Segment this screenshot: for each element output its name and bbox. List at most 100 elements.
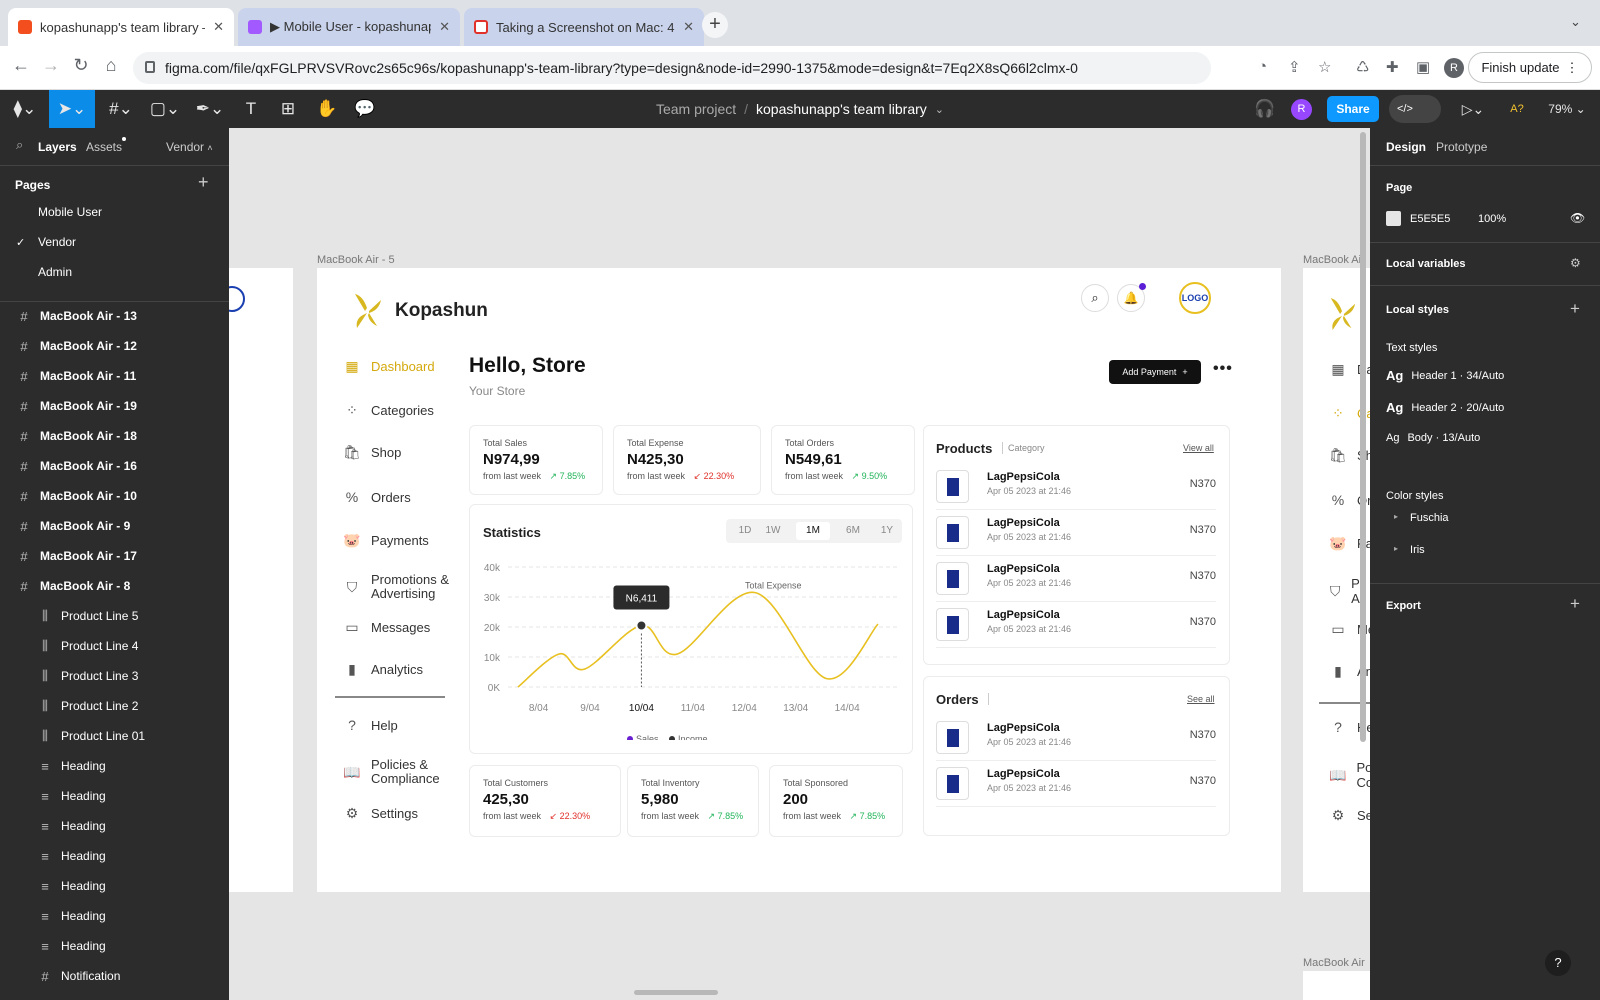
nav-item-shop[interactable]: 🛍 Shop <box>343 443 401 461</box>
nav-item-analytics[interactable]: ▮ Analytics <box>343 660 423 678</box>
layer-item[interactable]: # MacBook Air - 17 <box>0 541 229 571</box>
layer-item[interactable]: ⫼ Product Line 4 <box>0 631 229 661</box>
tab-layers[interactable]: Layers <box>38 140 77 154</box>
comment-tool-icon[interactable]: 💬 <box>352 90 378 128</box>
vertical-scrollbar[interactable] <box>1360 132 1366 742</box>
page-item-mobile-user[interactable]: Mobile User <box>0 197 229 227</box>
help-button[interactable]: ? <box>1545 950 1571 976</box>
range-1m[interactable]: 1M <box>796 522 830 540</box>
nav-item-settings[interactable]: ⚙ Settings <box>343 804 418 822</box>
page-item-admin[interactable]: Admin <box>0 257 229 287</box>
visibility-eye-icon[interactable]: 👁 <box>1570 211 1585 225</box>
layer-item[interactable]: # MacBook Air - 13 <box>0 301 229 331</box>
layer-item[interactable]: # MacBook Air - 18 <box>0 421 229 451</box>
move-tool-icon[interactable]: ➤⌄ <box>49 90 95 128</box>
page-switcher[interactable]: Vendor ˄ <box>166 140 213 154</box>
category-label[interactable]: Category <box>1008 443 1045 453</box>
nav-item-promotions[interactable]: ⛉ Promotions & Advertising <box>343 573 451 601</box>
layer-item[interactable]: ≡ Heading <box>0 811 229 841</box>
color-style-item[interactable]: ▸ Iris <box>1394 544 1425 556</box>
list-item[interactable]: LagPepsiCola Apr 05 2023 at 21:46 N370 <box>936 510 1216 556</box>
layer-item[interactable]: # MacBook Air - 8 <box>0 571 229 601</box>
extensions-puzzle-icon[interactable]: ✚ <box>1386 58 1399 76</box>
nav-item-dashboard[interactable]: ▦ Dashboard <box>343 357 434 375</box>
partial-nav-item[interactable]: 📖 Po Co <box>1329 760 1370 790</box>
page-opacity-value[interactable]: 100% <box>1478 213 1506 225</box>
figma-menu-icon[interactable]: ⧫⌄ <box>8 90 42 128</box>
pen-tool-icon[interactable]: ✒⌄ <box>193 90 227 128</box>
add-export-icon[interactable]: + <box>1570 594 1580 614</box>
text-style-item[interactable]: Ag Body · 13/Auto <box>1386 432 1480 444</box>
back-arrow-icon[interactable]: ← <box>8 55 34 76</box>
dev-mode-toggle[interactable]: </> <box>1389 95 1441 123</box>
nav-item-payments[interactable]: 🐷 Payments <box>343 531 429 549</box>
forward-arrow-icon[interactable]: → <box>38 55 64 76</box>
layer-item[interactable]: ≡ Heading <box>0 901 229 931</box>
text-style-item[interactable]: Ag Header 1 · 34/Auto <box>1386 368 1504 383</box>
layer-item[interactable]: ⫼ Product Line 01 <box>0 721 229 751</box>
macbook-frame[interactable]: Kopashun ⌕ 🔔 LOGO ▦ Dashboard ⁘ Categories 🛍… <box>317 268 1281 892</box>
resources-icon[interactable]: ⊞ <box>275 90 301 128</box>
frame-label[interactable]: MacBook Air - 5 <box>317 254 395 266</box>
page-color-swatch[interactable] <box>1386 211 1401 226</box>
font-warning-badge[interactable]: A? <box>1506 90 1528 128</box>
list-item[interactable]: LagPepsiCola Apr 05 2023 at 21:46 N370 <box>936 556 1216 602</box>
list-item[interactable]: LagPepsiCola Apr 05 2023 at 21:46 N370 <box>936 761 1216 807</box>
side-panel-icon[interactable]: ▣ <box>1416 58 1430 76</box>
layer-item[interactable]: # MacBook Air - 16 <box>0 451 229 481</box>
layer-item[interactable]: ≡ Heading <box>0 751 229 781</box>
nav-item-orders[interactable]: % Orders <box>343 488 411 506</box>
list-item[interactable]: LagPepsiCola Apr 05 2023 at 21:46 N370 <box>936 715 1216 761</box>
layer-item[interactable]: ≡ Heading <box>0 781 229 811</box>
shape-tool-icon[interactable]: ▢⌄ <box>148 90 182 128</box>
color-style-item[interactable]: ▸ Fuschia <box>1394 512 1449 524</box>
home-icon[interactable]: ⌂ <box>98 55 124 76</box>
search-icon[interactable]: ⌕ <box>1081 284 1109 312</box>
close-tab-icon[interactable]: ✕ <box>683 19 694 35</box>
frame-tool-icon[interactable]: #⌄ <box>104 90 138 128</box>
nav-item-help[interactable]: ? Help <box>343 716 398 734</box>
layer-item[interactable]: # MacBook Air - 19 <box>0 391 229 421</box>
reload-icon[interactable]: ↻ <box>68 55 94 76</box>
layer-item[interactable]: # Notification <box>0 961 229 991</box>
horizontal-scrollbar[interactable] <box>634 990 718 995</box>
range-6m[interactable]: 6M <box>840 522 866 540</box>
headphones-icon[interactable]: 🎧 <box>1252 90 1278 128</box>
bookmark-star-icon[interactable]: ☆ <box>1318 58 1331 76</box>
finish-update-button[interactable]: Finish update ⋮ <box>1468 52 1592 83</box>
new-tab-icon[interactable]: + <box>702 12 728 38</box>
design-canvas[interactable]: MacBook Air - 5 MacBook Air - MacBook Ai… <box>229 128 1370 1000</box>
address-bar[interactable]: figma.com/file/qxFGLPRVSVRovc2s65c96s/ko… <box>133 52 1211 84</box>
partial-frame-bottom[interactable] <box>1303 971 1370 1000</box>
nav-item-messages[interactable]: ▭ Messages <box>343 618 430 636</box>
performance-icon[interactable]: ◔ <box>1258 58 1267 75</box>
nav-item-policies[interactable]: 📖 Policies & Compliance <box>343 758 451 786</box>
layer-item[interactable]: ⫼ Product Line 5 <box>0 601 229 631</box>
add-payment-button[interactable]: Add Payment + <box>1109 360 1201 384</box>
more-options-icon[interactable]: ••• <box>1213 360 1233 378</box>
layer-item[interactable]: ≡ Heading <box>0 931 229 961</box>
see-all-link[interactable]: See all <box>1187 694 1215 704</box>
share-button[interactable]: Share <box>1327 96 1379 122</box>
layer-item[interactable]: ⫼ Product Line 3 <box>0 661 229 691</box>
view-all-link[interactable]: View all <box>1183 443 1214 453</box>
text-style-item[interactable]: Ag Header 2 · 20/Auto <box>1386 400 1504 415</box>
variables-settings-icon[interactable]: ⚙ <box>1570 256 1581 270</box>
user-avatar[interactable]: R <box>1291 99 1312 120</box>
layer-item[interactable]: # MacBook Air - 9 <box>0 511 229 541</box>
tab-design[interactable]: Design <box>1386 140 1426 154</box>
page-item-vendor[interactable]: ✓ Vendor <box>0 227 229 257</box>
extension-recycle-icon[interactable]: ♺ <box>1356 58 1369 76</box>
search-icon[interactable]: ⌕ <box>16 137 23 153</box>
browser-tab-2[interactable]: ▶ Mobile User - kopashunapp' ✕ <box>238 8 460 46</box>
range-1w[interactable]: 1W <box>760 522 786 540</box>
page-color-value[interactable]: E5E5E5 <box>1410 213 1450 225</box>
layer-item[interactable]: # MacBook Air - 11 <box>0 361 229 391</box>
zoom-control[interactable]: 79% ⌄ <box>1544 90 1590 128</box>
add-style-icon[interactable]: + <box>1570 299 1580 319</box>
list-item[interactable]: LagPepsiCola Apr 05 2023 at 21:46 N370 <box>936 602 1216 648</box>
layer-item[interactable]: ≡ Heading <box>0 871 229 901</box>
add-page-icon[interactable]: + <box>198 172 209 193</box>
present-play-icon[interactable]: ▷⌄ <box>1458 90 1488 128</box>
layer-item[interactable]: # MacBook Air - 12 <box>0 331 229 361</box>
